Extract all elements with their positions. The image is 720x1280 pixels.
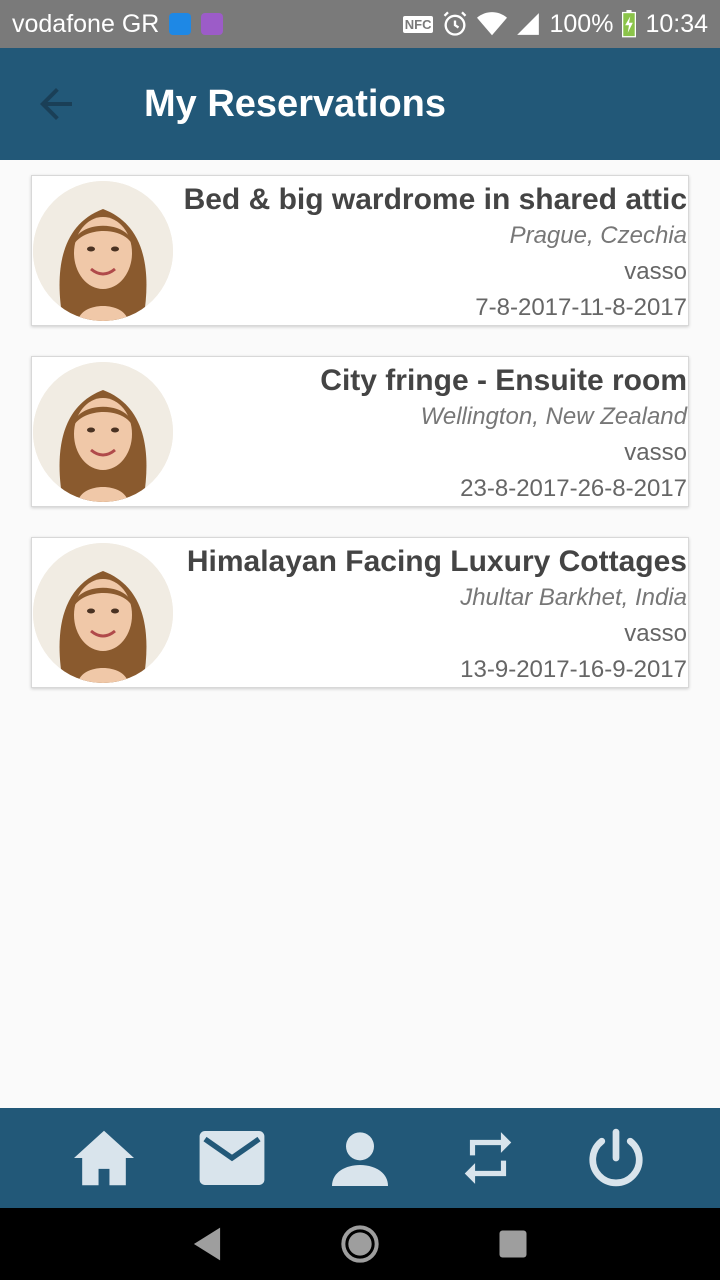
mail-icon [199, 1131, 265, 1185]
person-icon [332, 1132, 388, 1186]
reservation-location: Wellington, New Zealand [420, 403, 687, 430]
status-bar: vodafone GR NFC 100% 10:34 [0, 0, 720, 48]
nfc-icon: NFC [402, 15, 434, 33]
reservation-host: vasso [624, 620, 687, 647]
image-notification-icon [201, 13, 224, 35]
reservation-title: City fringe - Ensuite room [320, 364, 687, 397]
square-recents-icon [499, 1230, 527, 1258]
reservation-card[interactable]: Bed & big wardrome in shared attic Pragu… [31, 175, 689, 326]
reservation-title: Bed & big wardrome in shared attic [183, 183, 687, 216]
triangle-back-icon [193, 1227, 220, 1261]
alarm-icon [444, 11, 467, 36]
system-recents-button[interactable] [483, 1214, 543, 1274]
clock-time: 10:34 [645, 9, 708, 38]
host-avatar [33, 543, 173, 683]
wifi-icon [477, 12, 508, 36]
switch-button[interactable] [448, 1118, 528, 1198]
host-avatar [33, 362, 173, 502]
power-icon [589, 1128, 643, 1187]
back-button[interactable] [26, 74, 86, 134]
usb-icon [169, 13, 192, 35]
system-home-button[interactable] [330, 1214, 390, 1274]
reservation-location: Prague, Czechia [509, 222, 687, 249]
carrier-name: vodafone GR [12, 9, 160, 38]
host-avatar [33, 181, 173, 321]
reservation-dates: 7-8-2017-11-8-2017 [475, 294, 687, 321]
bottom-navigation [0, 1108, 720, 1208]
circle-home-icon [341, 1225, 379, 1263]
reservation-title: Himalayan Facing Luxury Cottages [186, 545, 687, 578]
repeat-icon [464, 1132, 512, 1184]
reservation-host: vasso [624, 439, 687, 466]
reservation-card[interactable]: Himalayan Facing Luxury Cottages Jhultar… [31, 537, 689, 688]
reservation-host: vasso [624, 258, 687, 285]
reservation-card[interactable]: City fringe - Ensuite room Wellington, N… [31, 356, 689, 507]
system-navigation-bar [0, 1208, 720, 1280]
logout-button[interactable] [576, 1118, 656, 1198]
reservation-dates: 23-8-2017-26-8-2017 [460, 475, 687, 502]
system-back-button[interactable] [177, 1214, 237, 1274]
page-title: My Reservations [144, 82, 447, 125]
signal-icon [517, 13, 540, 35]
arrow-back-icon [40, 88, 72, 120]
home-icon [74, 1130, 134, 1186]
messages-button[interactable] [192, 1118, 272, 1198]
profile-button[interactable] [320, 1118, 400, 1198]
reservation-dates: 13-9-2017-16-9-2017 [460, 656, 687, 683]
home-button[interactable] [64, 1118, 144, 1198]
battery-charging-icon [622, 10, 637, 38]
reservation-location: Jhultar Barkhet, India [460, 584, 687, 611]
app-bar: My Reservations [0, 48, 720, 160]
reservation-list: Bed & big wardrome in shared attic Pragu… [31, 175, 689, 718]
battery-percent: 100% [549, 9, 614, 38]
